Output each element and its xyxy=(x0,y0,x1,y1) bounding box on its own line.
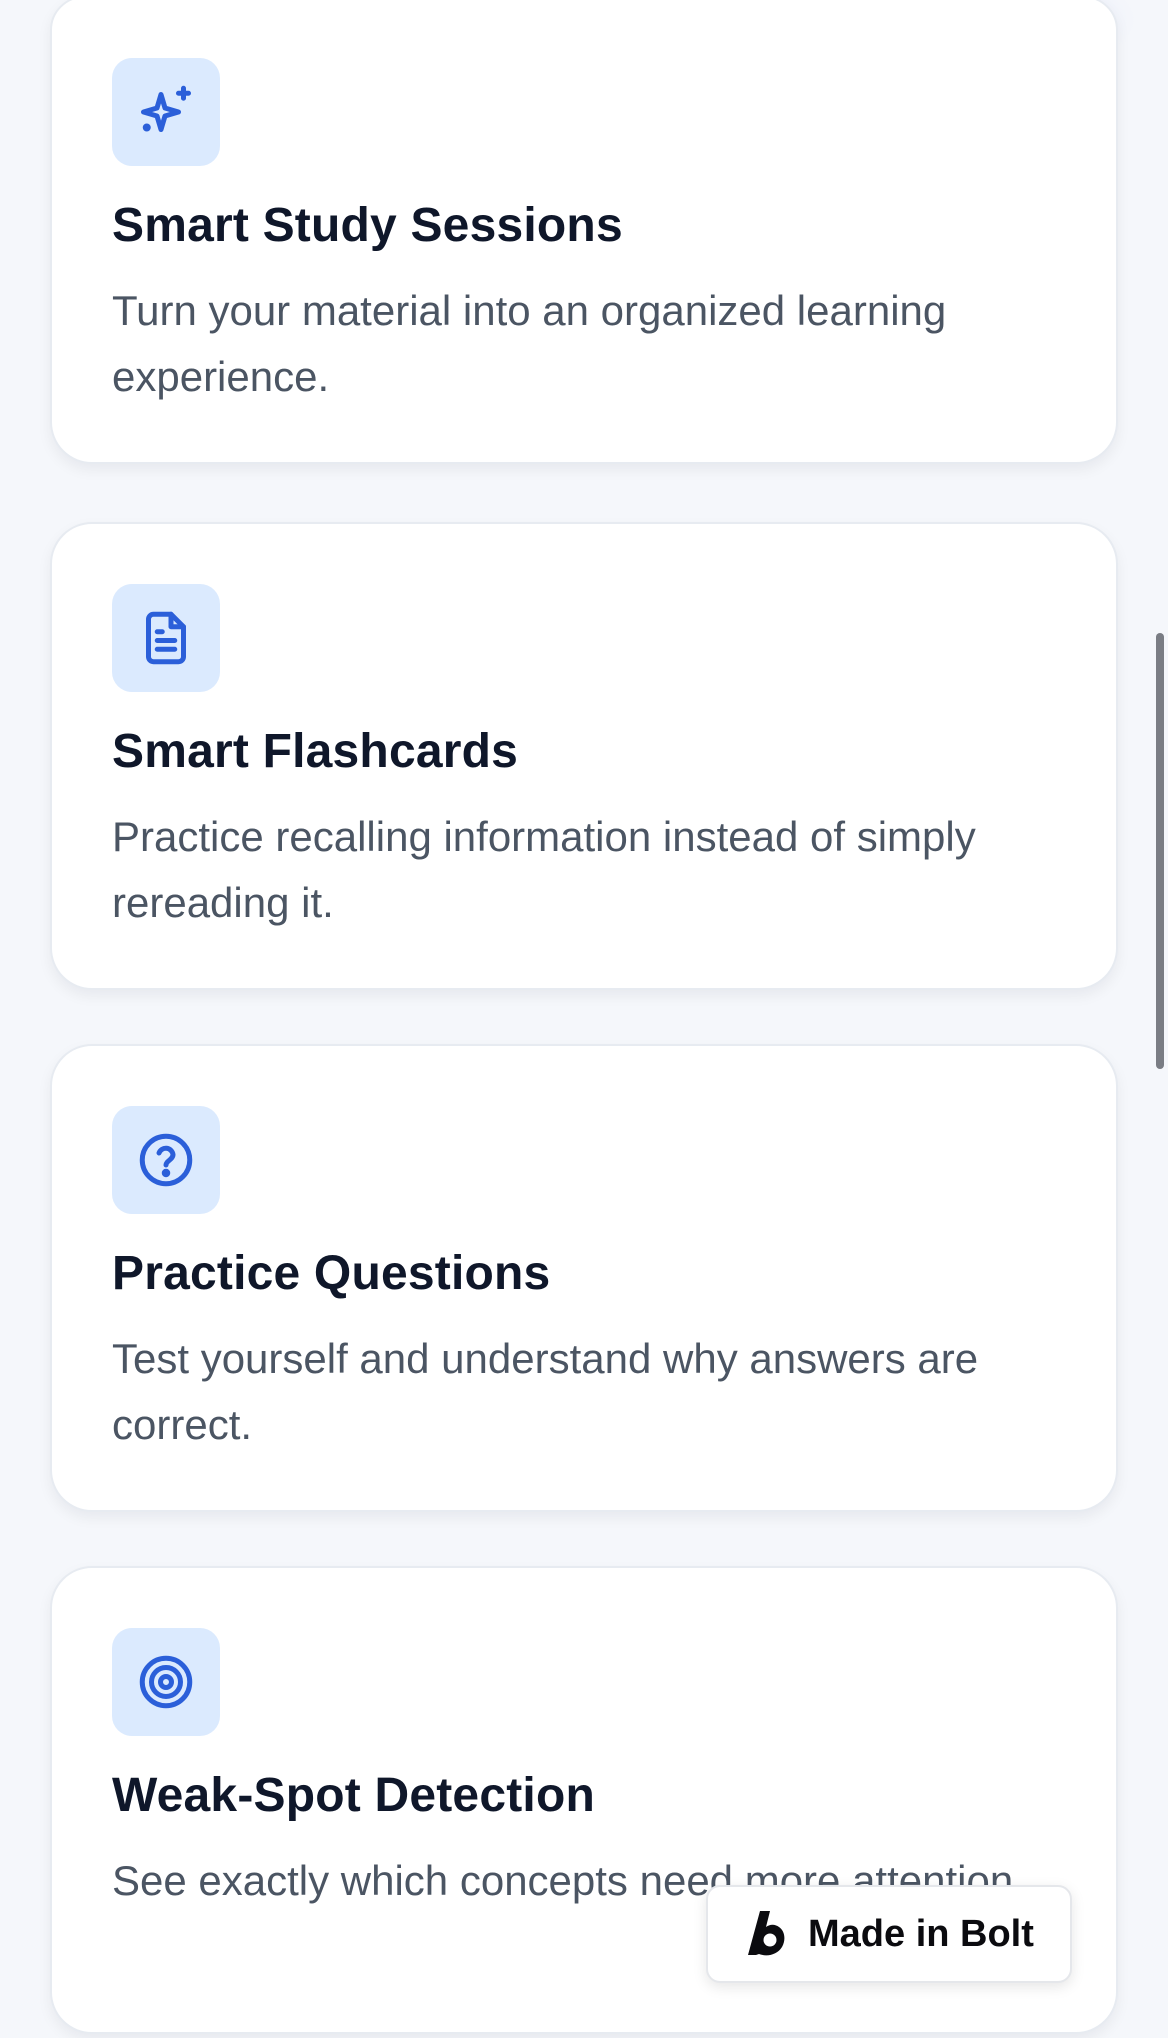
feature-card-smart-flashcards: Smart Flashcards Practice recalling info… xyxy=(50,522,1118,990)
badge-label: Made in Bolt xyxy=(808,1912,1034,1955)
target-icon xyxy=(112,1628,220,1736)
scrollbar[interactable] xyxy=(1156,633,1164,1069)
document-icon xyxy=(112,584,220,692)
feature-card-practice-questions: Practice Questions Test yourself and und… xyxy=(50,1044,1118,1512)
feature-description: Practice recalling information instead o… xyxy=(112,813,976,926)
bolt-logo-icon xyxy=(746,1909,790,1959)
made-in-bolt-badge[interactable]: Made in Bolt xyxy=(706,1885,1072,1983)
feature-title: Smart Flashcards xyxy=(112,725,519,778)
feature-description: Test yourself and understand why answers… xyxy=(112,1335,979,1448)
question-circle-icon xyxy=(112,1106,220,1214)
sparkles-icon xyxy=(112,58,220,166)
feature-title: Weak-Spot Detection xyxy=(112,1769,595,1822)
features-page: Smart Study Sessions Turn your material … xyxy=(0,0,1168,2038)
feature-title: Practice Questions xyxy=(112,1247,551,1300)
feature-card-smart-study-sessions: Smart Study Sessions Turn your material … xyxy=(50,0,1118,464)
feature-title: Smart Study Sessions xyxy=(112,199,623,252)
feature-description: Turn your material into an organized lea… xyxy=(112,287,947,400)
